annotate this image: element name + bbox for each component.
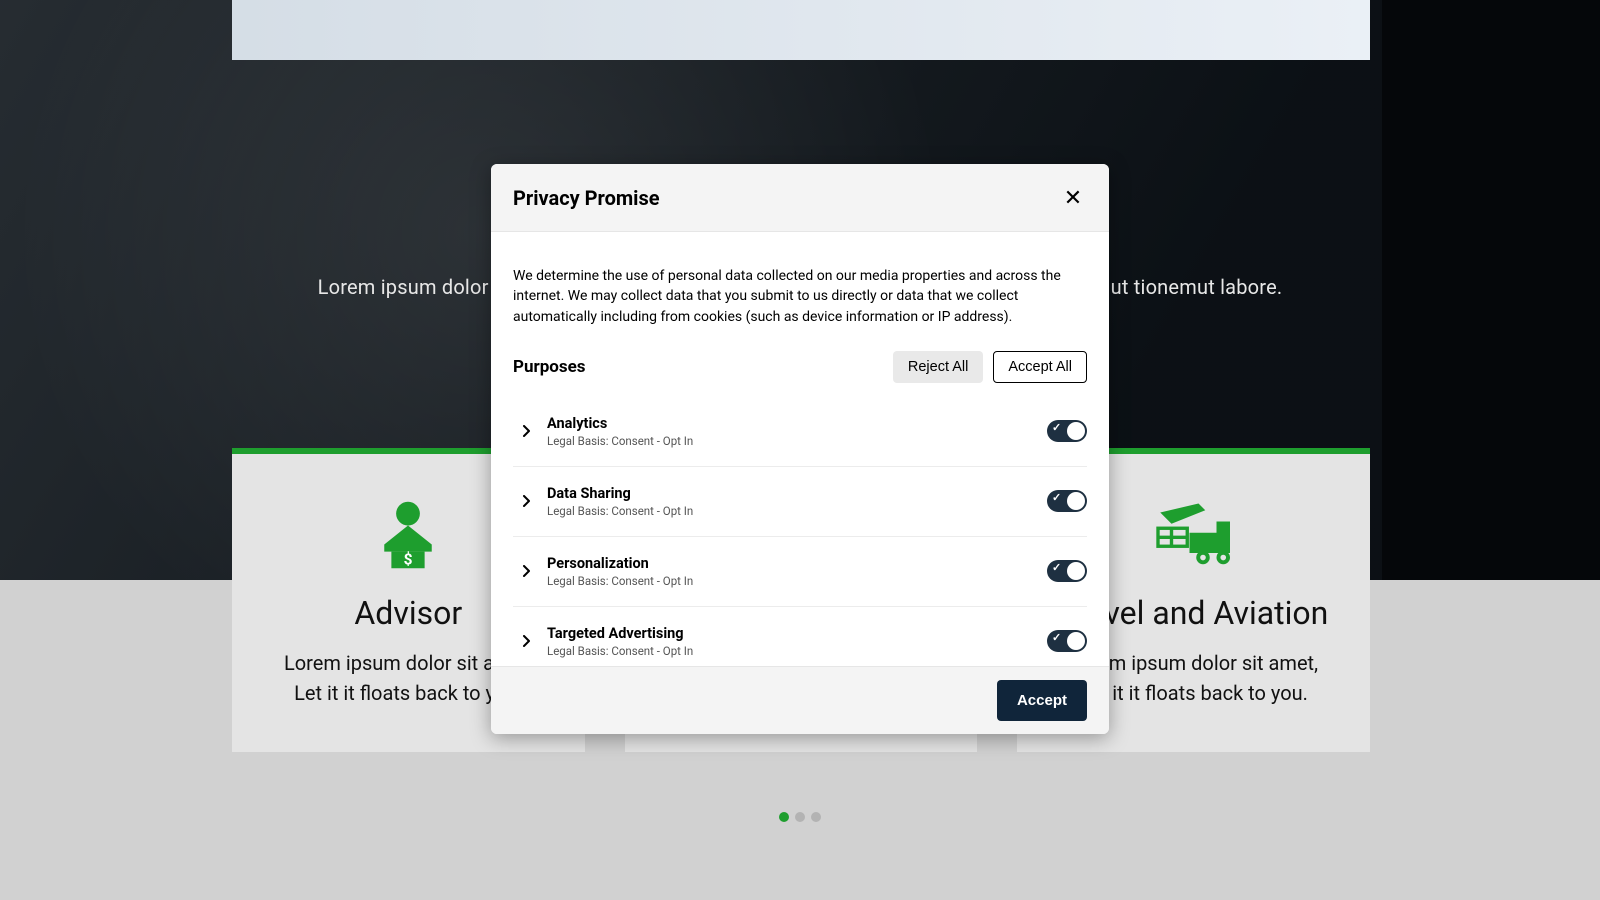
pager-dot[interactable] [811, 812, 821, 822]
carousel-pager [0, 812, 1600, 822]
purpose-meta: Analytics Legal Basis: Consent - Opt In [547, 415, 1047, 448]
purpose-meta: Data Sharing Legal Basis: Consent - Opt … [547, 485, 1047, 518]
travel-aviation-icon [1144, 494, 1244, 576]
privacy-modal: Privacy Promise ✕ We determine the use o… [491, 164, 1109, 734]
purpose-row-personalization: Personalization Legal Basis: Consent - O… [513, 537, 1087, 607]
purpose-toggle[interactable] [1047, 420, 1087, 442]
accept-button[interactable]: Accept [997, 680, 1087, 721]
feature-card-title: Advisor [354, 594, 462, 632]
accept-all-button[interactable]: Accept All [993, 351, 1087, 383]
purposes-header-row: Purposes Reject All Accept All [513, 351, 1087, 383]
purpose-basis: Legal Basis: Consent - Opt In [547, 644, 1047, 658]
advisor-icon: $ [358, 494, 458, 576]
close-icon: ✕ [1064, 185, 1082, 211]
purpose-basis: Legal Basis: Consent - Opt In [547, 504, 1047, 518]
svg-text:$: $ [404, 551, 413, 569]
purpose-name: Analytics [547, 415, 1047, 432]
purpose-meta: Personalization Legal Basis: Consent - O… [547, 555, 1047, 588]
top-banner-strip [232, 0, 1370, 60]
purpose-toggle[interactable] [1047, 490, 1087, 512]
purpose-row-data-sharing: Data Sharing Legal Basis: Consent - Opt … [513, 467, 1087, 537]
purpose-name: Targeted Advertising [547, 625, 1047, 642]
pager-dot[interactable] [779, 812, 789, 822]
purpose-name: Data Sharing [547, 485, 1047, 502]
purposes-button-group: Reject All Accept All [893, 351, 1087, 383]
purpose-list: Analytics Legal Basis: Consent - Opt In … [513, 405, 1087, 666]
close-button[interactable]: ✕ [1059, 184, 1087, 212]
chevron-right-icon[interactable] [517, 632, 535, 650]
purpose-basis: Legal Basis: Consent - Opt In [547, 434, 1047, 448]
modal-intro-text: We determine the use of personal data co… [513, 266, 1087, 327]
modal-header: Privacy Promise ✕ [491, 164, 1109, 232]
purpose-toggle[interactable] [1047, 630, 1087, 652]
chevron-right-icon[interactable] [517, 492, 535, 510]
modal-body[interactable]: We determine the use of personal data co… [491, 232, 1109, 666]
purpose-basis: Legal Basis: Consent - Opt In [547, 574, 1047, 588]
chevron-right-icon[interactable] [517, 562, 535, 580]
purpose-row-analytics: Analytics Legal Basis: Consent - Opt In [513, 405, 1087, 467]
purpose-toggle[interactable] [1047, 560, 1087, 582]
purpose-row-targeted-advertising: Targeted Advertising Legal Basis: Consen… [513, 607, 1087, 666]
pager-dot[interactable] [795, 812, 805, 822]
chevron-right-icon[interactable] [517, 422, 535, 440]
purpose-name: Personalization [547, 555, 1047, 572]
purpose-meta: Targeted Advertising Legal Basis: Consen… [547, 625, 1047, 658]
modal-title: Privacy Promise [513, 186, 660, 210]
reject-all-button[interactable]: Reject All [893, 351, 983, 383]
modal-footer: Accept [491, 666, 1109, 734]
purposes-heading: Purposes [513, 357, 586, 377]
